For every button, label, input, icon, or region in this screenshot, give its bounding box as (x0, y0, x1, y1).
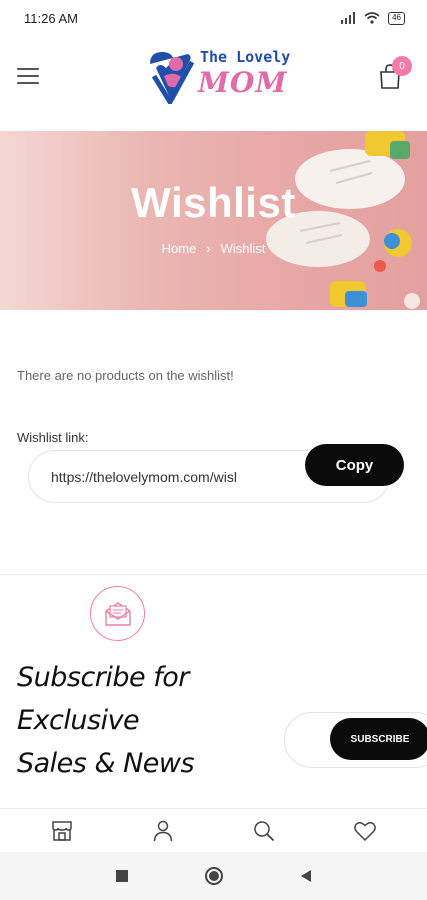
shop-icon (52, 820, 73, 841)
wishlist-link-label: Wishlist link: (17, 430, 89, 445)
copy-button[interactable]: Copy (305, 444, 404, 486)
heart-icon (353, 821, 376, 841)
wishlist-link-value: https://thelovelymom.com/wisl (51, 468, 237, 485)
logo-text-top: The Lovely (200, 48, 291, 66)
section-divider (0, 574, 427, 575)
subscribe-heading-line2: Exclusive (17, 705, 140, 736)
empty-wishlist-message: There are no products on the wishlist! (17, 368, 234, 383)
status-icons: 46 (340, 11, 405, 25)
system-nav-bar (0, 852, 427, 900)
subscribe-heading-line3: Sales & News (17, 748, 195, 779)
triangle-back-icon (300, 870, 311, 882)
search-icon (254, 820, 275, 841)
battery-icon: 46 (388, 11, 405, 25)
status-time: 11:26 AM (24, 10, 78, 26)
nav-account[interactable] (149, 817, 177, 845)
circle-icon (204, 867, 223, 885)
bottom-nav (0, 808, 427, 852)
nav-shop[interactable] (48, 817, 76, 845)
back-button[interactable] (295, 865, 317, 887)
header: The Lovely MOM 0 (0, 36, 427, 131)
nav-wishlist[interactable] (351, 817, 379, 845)
breadcrumb: Home › Wishlist (0, 241, 427, 256)
square-icon (115, 870, 128, 882)
subscribe-heading-line1: Subscribe for (17, 662, 189, 693)
signal-icon (341, 12, 356, 24)
home-button[interactable] (203, 865, 225, 887)
breadcrumb-separator: › (206, 241, 211, 256)
subscribe-heading: Subscribe for Exclusive Sales & News (17, 656, 267, 785)
logo-text-bottom: MOM (198, 66, 288, 99)
user-icon (153, 820, 173, 841)
status-bar: 11:26 AM 46 (0, 0, 427, 36)
wifi-icon (364, 12, 380, 24)
recent-apps-button[interactable] (111, 865, 133, 887)
breadcrumb-current: Wishlist (220, 241, 266, 256)
cart-count-badge: 0 (392, 56, 412, 76)
subscribe-button[interactable]: SUBSCRIBE (330, 718, 427, 760)
mother-baby-logo-icon (150, 52, 195, 104)
logo[interactable]: The Lovely MOM (146, 46, 290, 106)
newsletter-mail-icon (90, 586, 145, 641)
page-title: Wishlist (131, 179, 296, 226)
nav-search[interactable] (250, 817, 278, 845)
menu-icon[interactable] (17, 68, 39, 84)
hero-banner: Wishlist Home › Wishlist (0, 131, 427, 310)
breadcrumb-home-link[interactable]: Home (162, 241, 197, 256)
